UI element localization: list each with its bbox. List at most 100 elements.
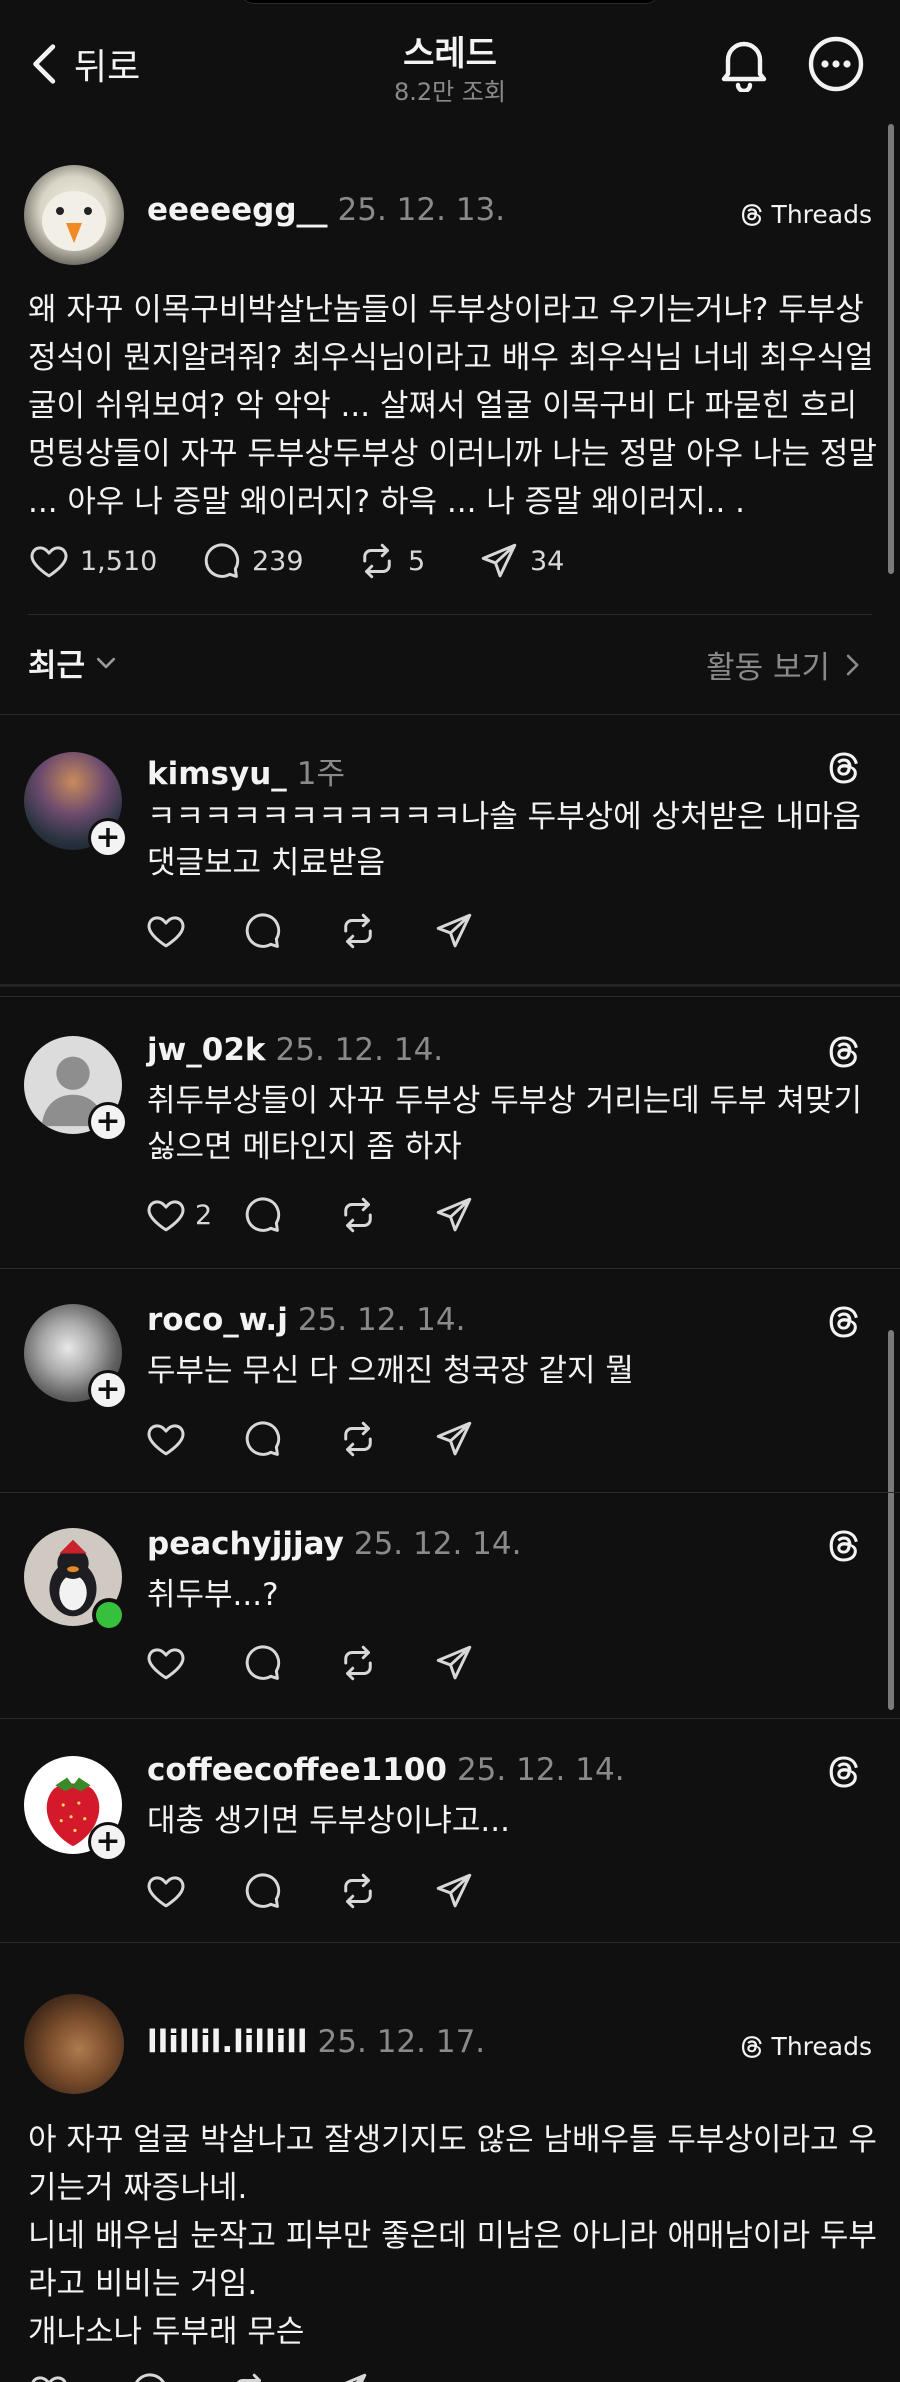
comment-icon [241,1194,283,1236]
like-button[interactable] [145,1642,241,1684]
comment-button[interactable] [241,1194,337,1236]
share-button[interactable] [433,1870,529,1912]
repost-button[interactable] [337,910,433,952]
reply-text: 취두부상들이 자꾸 두부상 두부상 거리는데 두부 쳐맞기 싫으면 메타인지 좀… [147,1083,863,1165]
reply-text: 두부는 무신 다 으깨진 청국장 같지 뭘 [147,1353,634,1389]
username[interactable]: roco_w.j [147,1302,288,1338]
repost-icon [337,1870,379,1912]
like-button[interactable]: 2 [145,1194,241,1236]
heart-icon [28,2370,70,2382]
repost-button[interactable] [337,1418,433,1460]
comment-button[interactable] [241,910,337,952]
share-button[interactable] [433,910,529,952]
repost-button[interactable] [228,2370,328,2382]
username[interactable]: coffeecoffee1100 [147,1752,447,1788]
divider [0,1718,900,1719]
threads-icon[interactable] [824,1032,864,1072]
scrollbar[interactable] [888,124,894,574]
username[interactable]: jw_02k [147,1032,266,1068]
reply-author[interactable]: roco_w.j 25. 12. 14. [147,1302,465,1338]
like-button[interactable]: 1,510 [28,540,200,582]
reply-author[interactable]: kimsyu_ 1주 [147,748,345,793]
follow-button[interactable]: + [88,1102,128,1142]
bell-icon[interactable] [716,36,772,92]
repost-icon [228,2370,270,2382]
reply-actions [145,1642,529,1684]
more-options-icon[interactable] [808,36,864,92]
username[interactable]: llillil.lillill [147,2024,308,2060]
activity-label: 활동 보기 [706,650,830,686]
post-actions: 1,510 239 5 34 [28,540,564,582]
follow-button[interactable]: + [88,818,128,858]
chevron-down-icon [96,657,116,668]
username[interactable]: eeeeegg__ [147,192,328,228]
reply-date: 25. 12. 14. [456,1752,625,1788]
plus-icon: + [91,1105,125,1139]
reply-author[interactable]: coffeecoffee1100 25. 12. 14. [147,1752,625,1788]
repost-button[interactable] [337,1870,433,1912]
sort-dropdown[interactable]: 최근 [28,640,119,685]
comment-button[interactable] [241,1418,337,1460]
view-activity-link[interactable]: 활동 보기 [706,642,864,687]
comment-button[interactable] [241,1642,337,1684]
threads-icon[interactable] [824,1302,864,1342]
threads-icon [738,2033,766,2061]
threads-icon[interactable] [824,1526,864,1566]
repost-icon [356,540,398,582]
share-button[interactable] [328,2370,370,2382]
reply-actions [145,910,529,952]
threads-badge[interactable]: Threads [738,2032,872,2061]
share-button[interactable] [433,1418,529,1460]
reply-date: 25. 12. 14. [353,1526,522,1562]
like-count: 2 [195,1199,213,1231]
threads-badge-label: Threads [771,200,872,229]
repost-button[interactable] [337,1194,433,1236]
online-status-badge [92,1598,126,1632]
post-author[interactable]: eeeeegg__ 25. 12. 13. [147,192,505,228]
repost-button[interactable]: 5 [356,540,478,582]
comment-button[interactable]: 239 [200,540,356,582]
divider [0,1268,900,1269]
comment-button[interactable] [241,1870,337,1912]
reply-text: 대충 생기면 두부상이냐고... [147,1803,510,1839]
comment-button[interactable] [128,2370,228,2382]
reply-date: 25. 12. 14. [297,1302,466,1338]
repost-button[interactable] [337,1642,433,1684]
share-icon [478,540,520,582]
threads-icon[interactable] [824,1752,864,1792]
comment-icon [241,910,283,952]
share-button[interactable] [433,1194,529,1236]
like-button[interactable] [145,910,241,952]
reply-author[interactable]: jw_02k 25. 12. 14. [147,1032,443,1068]
like-button[interactable] [28,2370,128,2382]
plus-icon: + [91,821,125,855]
scrollbar-lower[interactable] [888,1330,894,1710]
comment-icon [241,1642,283,1684]
like-button[interactable] [145,1418,241,1460]
threads-icon[interactable] [824,748,864,788]
threads-badge[interactable]: Threads [738,200,872,229]
follow-button[interactable]: + [88,1370,128,1410]
heart-icon [145,1194,187,1236]
post-body: 아 자꾸 얼굴 박살나고 잘생기지도 않은 남배우들 두부상이라고 우기는거 짜… [28,2122,877,2350]
divider [28,614,872,615]
username[interactable]: peachyjjjay [147,1526,344,1562]
share-button[interactable]: 34 [478,540,564,582]
post-author[interactable]: llillil.lillill 25. 12. 17. [147,2024,485,2060]
comment-icon [128,2370,170,2382]
reply-author[interactable]: peachyjjjay 25. 12. 14. [147,1526,521,1562]
like-button[interactable] [145,1870,241,1912]
comment-icon [241,1418,283,1460]
follow-button[interactable]: + [88,1822,128,1862]
avatar[interactable] [24,1994,124,2094]
plus-icon: + [91,1373,125,1407]
reply-actions [145,1418,529,1460]
threads-badge-label: Threads [771,2032,872,2061]
heart-icon [28,540,70,582]
reply-date: 1주 [296,756,346,792]
username[interactable]: kimsyu_ [147,756,287,792]
divider [0,1492,900,1493]
avatar[interactable] [24,165,124,265]
repost-icon [337,910,379,952]
share-button[interactable] [433,1642,529,1684]
